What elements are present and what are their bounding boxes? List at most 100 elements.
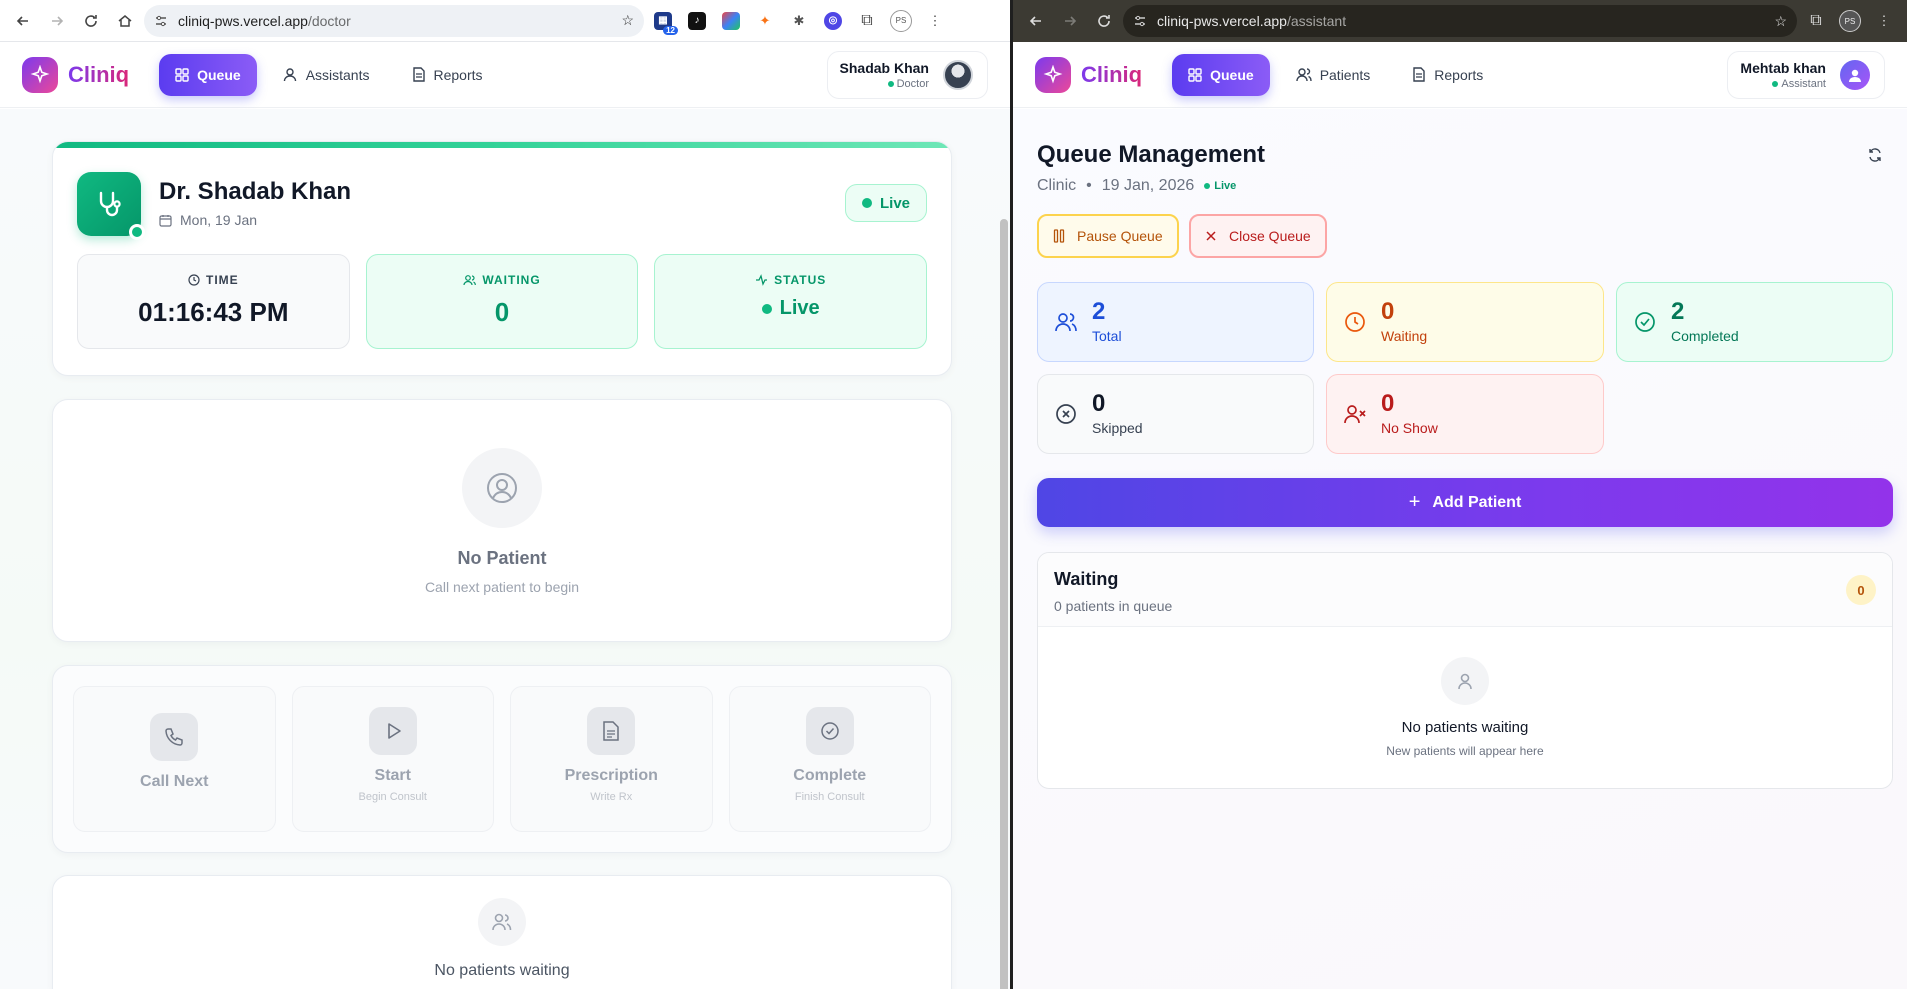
back-button[interactable] — [1021, 6, 1051, 36]
extensions-button[interactable]: ⧉ — [1801, 6, 1831, 36]
url-text: cliniq-pws.vercel.app/doctor — [178, 12, 351, 29]
user-name: Shadab Khan — [839, 59, 929, 76]
close-queue-button[interactable]: Close Queue — [1189, 214, 1327, 258]
doctor-card: Dr. Shadab Khan Mon, 19 Jan Live TIME 01… — [52, 141, 952, 376]
stat-label: Total — [1092, 328, 1122, 344]
profile-avatar: PS — [890, 9, 912, 32]
live-status-badge: Live — [844, 184, 927, 222]
time-stat: TIME 01:16:43 PM — [77, 254, 350, 349]
waiting-empty-title: No patients waiting — [434, 962, 570, 979]
pause-icon — [1053, 229, 1065, 243]
action-subtitle: Begin Consult — [358, 791, 428, 803]
stat-value: 0 — [1381, 390, 1395, 417]
user-menu[interactable]: Shadab Khan Doctor — [826, 50, 988, 99]
complete-button[interactable]: Complete Finish Consult — [728, 686, 931, 832]
nav-tab-patients[interactable]: Patients — [1280, 54, 1387, 96]
plus-icon: + — [1408, 491, 1421, 513]
extension-bug[interactable]: ✱ — [784, 6, 814, 36]
empty-subtitle: New patients will appear here — [1386, 744, 1544, 758]
page-title: Queue Management — [1037, 141, 1266, 168]
music-note-icon: ♪ — [688, 11, 706, 30]
button-label: Close Queue — [1229, 228, 1311, 244]
reload-button[interactable] — [76, 6, 106, 36]
site-settings-icon[interactable] — [154, 14, 168, 28]
url-text: cliniq-pws.vercel.app/assistant — [1157, 13, 1347, 29]
logo-text: Cliniq — [1081, 61, 1143, 87]
action-title: Start — [374, 767, 411, 784]
profile-button[interactable]: PS — [1835, 6, 1865, 36]
profile-button[interactable]: PS — [886, 6, 916, 36]
status-stat: STATUS Live — [654, 254, 928, 349]
extension-grid[interactable] — [716, 6, 746, 36]
count-badge: 0 — [1846, 575, 1876, 605]
stat-value: 0 — [1092, 390, 1106, 417]
users-icon — [478, 898, 526, 946]
colorful-grid-icon — [722, 11, 740, 30]
clock-icon — [188, 274, 200, 286]
call-next-button[interactable]: Call Next — [73, 686, 276, 832]
user-role: Doctor — [840, 78, 929, 90]
waiting-stat: WAITING 0 — [365, 254, 639, 349]
doctor-browser-window: cliniq-pws.vercel.app/doctor ☆ ▦ 12 ♪ ✦ ✱… — [0, 0, 1010, 989]
back-button[interactable] — [8, 6, 38, 36]
extensions-button[interactable]: ⧉ — [852, 6, 882, 36]
user-menu[interactable]: Mehtab khan Assistant — [1727, 50, 1885, 99]
user-avatar-icon — [1849, 69, 1861, 82]
empty-title: No patients waiting — [1401, 719, 1529, 736]
stat-value: 2 — [1671, 298, 1685, 325]
reload-icon — [1098, 15, 1110, 27]
extension-calendar[interactable]: ▦ 12 — [648, 6, 678, 36]
calendar-icon: ▦ 12 — [654, 11, 678, 35]
reload-button[interactable] — [1089, 6, 1119, 36]
logo[interactable]: Cliniq — [22, 56, 129, 93]
waiting-header: Waiting 0 patients in queue 0 — [1038, 553, 1892, 627]
extension-swirl[interactable]: ◎ — [818, 6, 848, 36]
nav-tab-assistants[interactable]: Assistants — [267, 54, 386, 96]
page-scrollbar[interactable] — [1000, 219, 1008, 989]
home-icon — [118, 14, 132, 27]
section-subtitle: 0 patients in queue — [1054, 598, 1173, 614]
nav-tab-queue[interactable]: Queue — [1172, 53, 1270, 96]
live-status-badge: Live — [1204, 180, 1236, 192]
action-title: Prescription — [564, 767, 658, 784]
user-icon — [1441, 657, 1489, 705]
address-bar[interactable]: cliniq-pws.vercel.app/doctor ☆ — [144, 4, 644, 37]
pause-queue-button[interactable]: Pause Queue — [1037, 214, 1179, 258]
file-text-icon — [587, 707, 636, 755]
site-settings-icon[interactable] — [1133, 14, 1147, 28]
add-patient-button[interactable]: + Add Patient — [1037, 478, 1893, 527]
nav-tab-reports[interactable]: Reports — [1396, 54, 1499, 96]
home-button[interactable] — [110, 6, 140, 36]
refresh-button[interactable] — [1867, 147, 1883, 168]
nav-tab-label: Assistants — [305, 66, 370, 83]
clinic-name: Clinic — [1037, 177, 1077, 194]
nav-tab-reports[interactable]: Reports — [396, 54, 499, 96]
extension-music[interactable]: ♪ — [682, 6, 712, 36]
clock-icon — [1345, 312, 1365, 332]
no-patient-subtitle: Call next patient to begin — [424, 579, 580, 595]
swirl-icon: ◎ — [824, 11, 842, 30]
forward-button[interactable] — [42, 6, 72, 36]
sparkle-logo-icon — [1035, 56, 1071, 93]
bookmark-star-icon[interactable]: ☆ — [621, 12, 634, 29]
arrow-right-icon — [1065, 16, 1077, 26]
start-consult-button[interactable]: Start Begin Consult — [291, 686, 494, 832]
menu-button[interactable]: ⋮ — [920, 6, 950, 36]
nav-tab-label: Reports — [433, 66, 483, 83]
time-value: 01:16:43 PM — [138, 297, 289, 327]
forward-button[interactable] — [1055, 6, 1085, 36]
flame-icon: ✦ — [759, 12, 771, 28]
nav-tab-queue[interactable]: Queue — [159, 53, 257, 96]
menu-button[interactable]: ⋮ — [1869, 6, 1899, 36]
extension-orange[interactable]: ✦ — [750, 6, 780, 36]
logo[interactable]: Cliniq — [1035, 56, 1143, 93]
address-bar[interactable]: cliniq-pws.vercel.app/assistant ☆ — [1123, 5, 1797, 37]
browser-toolbar: cliniq-pws.vercel.app/assistant ☆ ⧉ PS ⋮ — [1013, 0, 1907, 42]
doctor-name: Dr. Shadab Khan — [159, 178, 352, 205]
grid-icon — [1188, 67, 1202, 82]
user-x-icon — [1344, 405, 1366, 424]
bookmark-star-icon[interactable]: ☆ — [1774, 13, 1787, 30]
stat-value: 2 — [1092, 298, 1106, 325]
nav-tab-label: Patients — [1319, 66, 1371, 83]
prescription-button[interactable]: Prescription Write Rx — [510, 686, 713, 832]
